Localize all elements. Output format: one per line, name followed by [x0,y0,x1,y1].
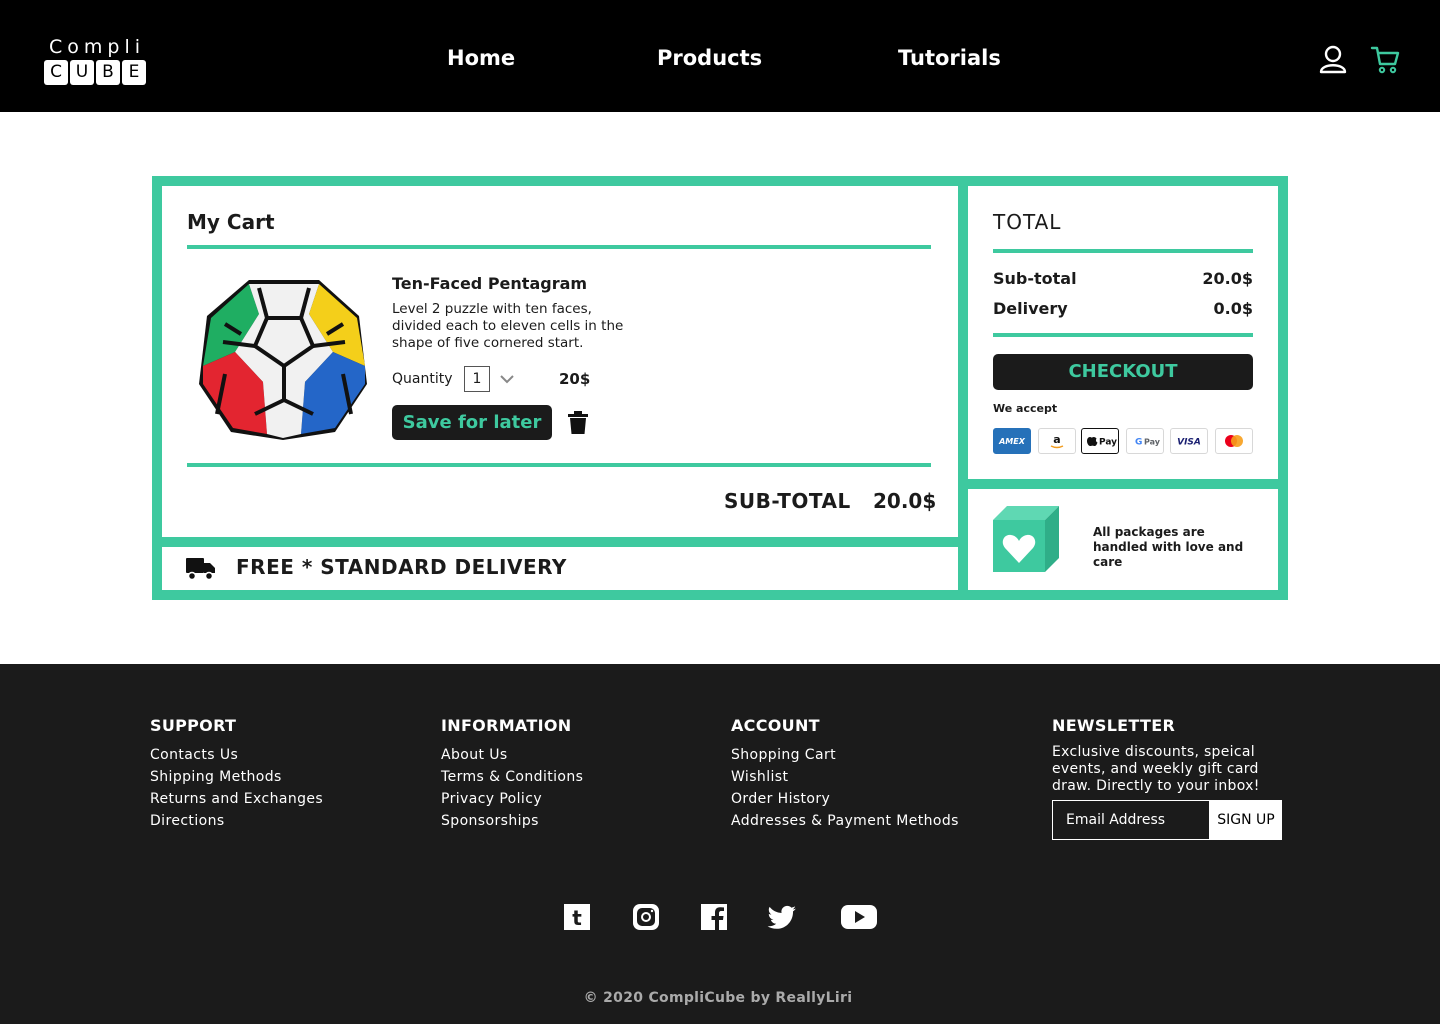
delivery-row-label: Delivery [993,299,1068,318]
nav-tutorials[interactable]: Tutorials [898,46,1001,70]
chevron-down-icon[interactable] [498,370,516,388]
quantity-label: Quantity [392,371,453,387]
product-price: 20$ [559,370,591,388]
tumblr-icon[interactable]: t [562,902,592,932]
amex-icon: AMEX [993,428,1031,454]
svg-text:Pay: Pay [1144,438,1161,447]
total-box: TOTAL Sub-total 20.0$ Delivery 0.0$ CHEC… [968,186,1278,479]
product-description: Level 2 puzzle with ten faces, divided e… [392,301,624,351]
email-field[interactable] [1052,800,1210,840]
subtotal-value: 20.0$ [873,489,937,513]
cart-icon[interactable] [1370,44,1400,74]
footer-information-column: INFORMATION About Us Terms & Conditions … [441,716,583,832]
payment-methods: AMEX a Pay G Pay VISA [993,428,1255,454]
save-for-later-button[interactable]: Save for later [392,405,552,440]
delivery-text: FREE * STANDARD DELIVERY [236,555,567,579]
site-footer: SUPPORT Contacts Us Shipping Methods Ret… [0,664,1440,1024]
footer-heading: NEWSLETTER [1052,716,1176,735]
footer-heading: SUPPORT [150,716,237,735]
mastercard-icon [1215,428,1253,454]
divider [187,245,931,249]
quantity-select[interactable]: 1 [464,366,490,392]
product-name[interactable]: Ten-Faced Pentagram [392,274,587,293]
megaminx-puzzle-image [199,280,367,440]
footer-link-privacy[interactable]: Privacy Policy [441,788,583,810]
cart-title: My Cart [187,210,275,234]
divider [993,333,1253,337]
love-care-box: All packages are handled with love and c… [968,489,1278,590]
footer-link-returns[interactable]: Returns and Exchanges [150,788,323,810]
main-nav: Home Products Tutorials [0,46,1440,76]
site-header: Compli C U B E Home Products Tutorials [0,0,1440,112]
apple-pay-icon: Pay [1081,428,1119,454]
svg-text:AMEX: AMEX [998,437,1026,446]
visa-icon: VISA [1170,428,1208,454]
sign-up-button[interactable]: SIGN UP [1210,800,1282,840]
nav-products[interactable]: Products [657,46,762,70]
subtotal-row-label: Sub-total [993,269,1077,288]
svg-text:t: t [572,906,582,930]
subtotal-label: SUB-TOTAL [724,489,851,513]
svg-text:VISA: VISA [1177,438,1201,448]
footer-heading: INFORMATION [441,716,572,735]
footer-link-shopping-cart[interactable]: Shopping Cart [731,744,959,766]
copyright: © 2020 CompliCube by ReallyLiri [583,990,853,1006]
footer-heading: ACCOUNT [731,716,820,735]
twitter-icon[interactable] [767,902,797,932]
footer-link-order-history[interactable]: Order History [731,788,959,810]
user-icon[interactable] [1318,44,1348,74]
google-pay-icon: G Pay [1126,428,1164,454]
footer-link-contacts[interactable]: Contacts Us [150,744,323,766]
newsletter-text: Exclusive discounts, speical events, and… [1052,744,1260,794]
footer-link-about[interactable]: About Us [441,744,583,766]
amazon-pay-icon: a [1038,428,1076,454]
divider [993,249,1253,253]
svg-text:Pay: Pay [1099,438,1117,448]
package-heart-icon [993,506,1059,572]
delivery-banner: FREE * STANDARD DELIVERY [162,547,958,590]
delivery-row-value: 0.0$ [1213,299,1253,318]
footer-support-column: SUPPORT Contacts Us Shipping Methods Ret… [150,716,323,832]
facebook-icon[interactable] [699,902,729,932]
svg-text:G: G [1135,438,1142,448]
trash-icon[interactable] [567,411,589,435]
divider [187,463,931,467]
footer-account-column: ACCOUNT Shopping Cart Wishlist Order His… [731,716,959,832]
truck-icon [186,558,215,581]
footer-link-shipping[interactable]: Shipping Methods [150,766,323,788]
instagram-icon[interactable] [631,902,661,932]
footer-newsletter-column: NEWSLETTER Exclusive discounts, speical … [1052,716,1292,840]
my-cart-box: My Cart Ten-Faced Pentagram Level 2 puzz… [162,186,958,537]
youtube-icon[interactable] [840,902,878,932]
we-accept-label: We accept [993,402,1058,415]
footer-link-sponsorships[interactable]: Sponsorships [441,810,583,832]
nav-home[interactable]: Home [447,46,515,70]
footer-link-directions[interactable]: Directions [150,810,323,832]
subtotal-row-value: 20.0$ [1202,269,1253,288]
cart-panel: My Cart Ten-Faced Pentagram Level 2 puzz… [152,176,1288,600]
newsletter-form: SIGN UP [1052,800,1282,840]
checkout-button[interactable]: CHECKOUT [993,354,1253,390]
footer-link-wishlist[interactable]: Wishlist [731,766,959,788]
total-title: TOTAL [993,210,1062,234]
love-care-text: All packages are handled with love and c… [1093,525,1244,569]
footer-link-addresses[interactable]: Addresses & Payment Methods [731,810,959,832]
footer-link-terms[interactable]: Terms & Conditions [441,766,583,788]
svg-text:a: a [1053,433,1060,446]
